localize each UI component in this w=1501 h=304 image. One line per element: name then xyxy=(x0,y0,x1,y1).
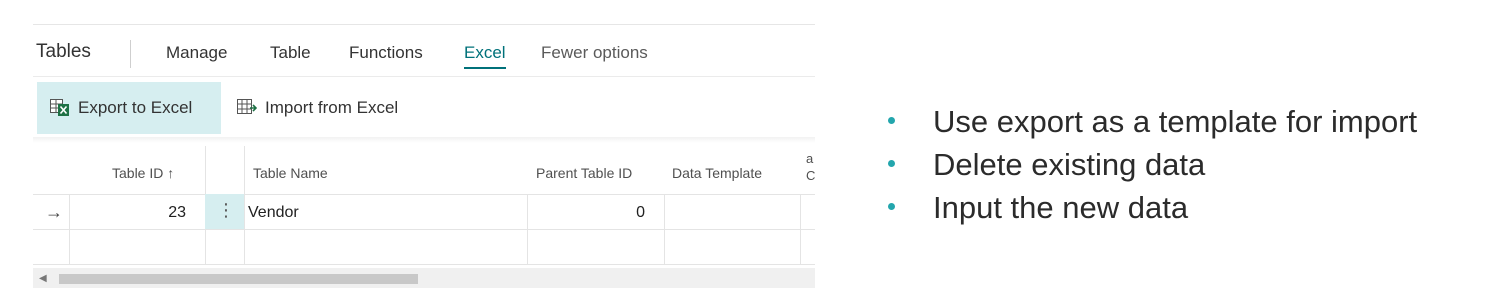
business-central-window: Tables Manage Table Functions Excel Fewe… xyxy=(33,24,815,294)
column-header-parent-table-id-label: Parent Table ID xyxy=(536,165,633,181)
grid-line xyxy=(33,194,815,195)
bullet-icon xyxy=(888,160,895,167)
grid-line xyxy=(33,264,815,265)
toolbar-shadow xyxy=(33,137,815,143)
menu-manage[interactable]: Manage xyxy=(166,43,227,63)
excel-import-icon xyxy=(237,99,257,114)
menu-table[interactable]: Table xyxy=(270,43,311,63)
cell-parent-table-id[interactable]: 0 xyxy=(527,204,645,222)
column-header-truncated[interactable]: a C xyxy=(800,146,815,194)
column-header-table-name-label: Table Name xyxy=(253,165,328,181)
menu-functions[interactable]: Functions xyxy=(349,43,423,63)
list-item-text: Delete existing data xyxy=(933,147,1206,182)
scroll-left-icon[interactable]: ◀ xyxy=(39,273,47,284)
column-header-data-template-label: Data Template xyxy=(672,165,763,181)
top-divider xyxy=(33,24,815,25)
grid-line xyxy=(33,229,815,230)
action-bar: Tables Manage Table Functions Excel Fewe… xyxy=(33,40,815,70)
column-header-table-id-label: Table ID ↑ xyxy=(112,165,175,181)
row-actions-icon[interactable]: ⋮ xyxy=(217,200,235,221)
bullet-icon xyxy=(888,117,895,124)
cell-table-name[interactable]: Vendor xyxy=(248,204,299,222)
fewer-options-link[interactable]: Fewer options xyxy=(541,43,648,63)
column-header-data-template[interactable]: Data Template xyxy=(664,146,800,194)
list-item-text: Input the new data xyxy=(933,190,1189,225)
title-divider xyxy=(130,40,131,68)
scrollbar-thumb[interactable] xyxy=(59,274,418,284)
list-item-text: Use export as a template for import xyxy=(933,104,1418,139)
column-header-table-name[interactable]: Table Name xyxy=(244,146,527,194)
column-header-parent-table-id[interactable]: Parent Table ID xyxy=(527,146,664,194)
subbar-divider xyxy=(33,76,815,77)
export-to-excel-button[interactable]: Export to Excel xyxy=(37,82,221,134)
import-from-excel-label: Import from Excel xyxy=(265,98,399,117)
grid-line xyxy=(244,146,245,264)
import-from-excel-button[interactable]: Import from Excel xyxy=(237,82,398,134)
row-indicator-arrow-icon: → xyxy=(45,202,63,222)
page-title: Tables xyxy=(36,41,91,62)
export-to-excel-label: Export to Excel xyxy=(78,98,193,117)
cell-table-id[interactable]: 23 xyxy=(69,204,186,222)
bullet-icon xyxy=(888,203,895,210)
excel-export-icon xyxy=(50,99,69,116)
menu-excel[interactable]: Excel xyxy=(464,43,506,69)
column-header-table-id[interactable]: Table ID ↑ xyxy=(69,146,205,194)
horizontal-scrollbar[interactable]: ◀ xyxy=(33,268,815,288)
column-header-truncated-label: a C xyxy=(806,151,815,183)
